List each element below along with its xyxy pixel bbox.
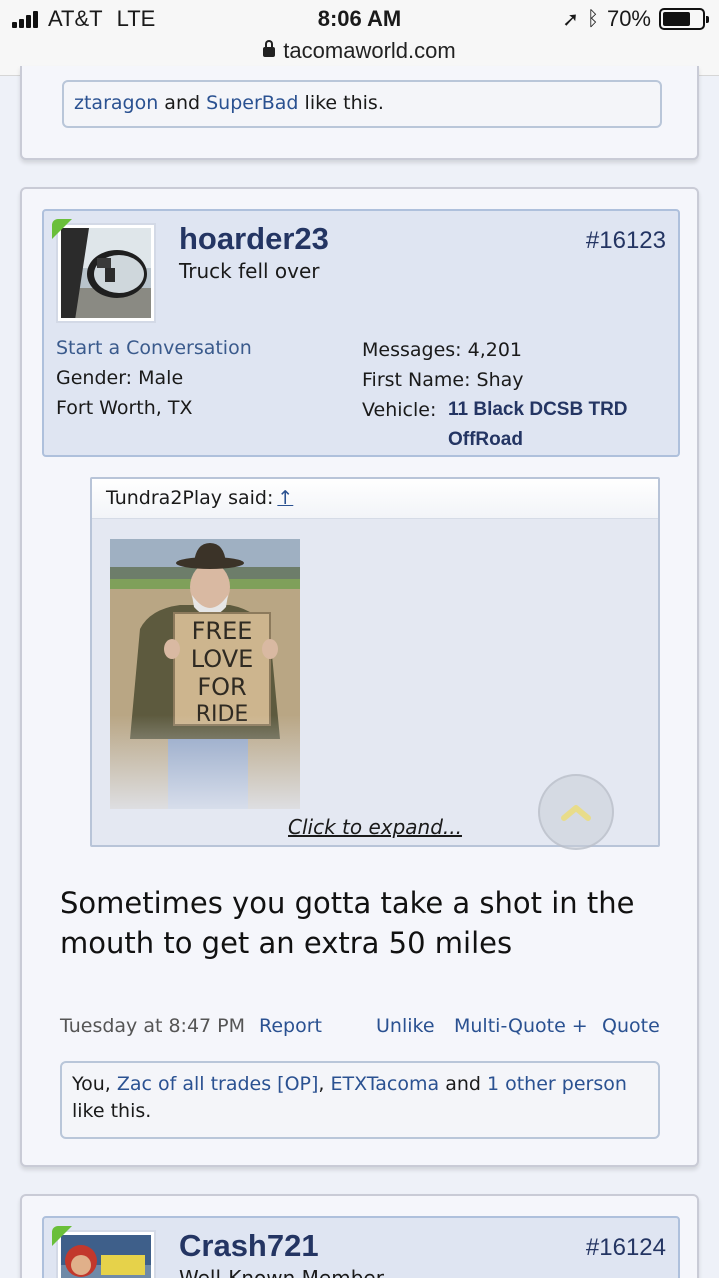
liker-link[interactable]: ETXTacoma xyxy=(331,1073,440,1095)
user-info-block: Crash721 Well-Known Member #16124 xyxy=(42,1216,680,1278)
status-right: ➚ ᛒ 70% xyxy=(562,6,709,32)
gender-label: Gender: xyxy=(56,367,133,389)
status-bar: AT&T LTE 8:06 AM ➚ ᛒ 70% tacomaworld.com xyxy=(0,0,719,76)
user-info-block: hoarder23 Truck fell over #16123 Start a… xyxy=(42,209,680,457)
address-bar[interactable]: tacomaworld.com xyxy=(0,38,719,64)
location-arrow-icon: ➚ xyxy=(562,8,579,31)
url-text: tacomaworld.com xyxy=(283,38,456,63)
jump-to-quote-arrow-icon[interactable]: ↑ xyxy=(277,487,293,509)
message-line: mouth to get an extra 50 miles xyxy=(60,926,513,960)
next-post-card: Crash721 Well-Known Member #16124 xyxy=(20,1194,699,1278)
likes-text: like this. xyxy=(72,1100,152,1122)
sign-line: LOVE xyxy=(191,645,254,673)
liker-link[interactable]: SuperBad xyxy=(206,92,298,114)
unlike-link[interactable]: Unlike xyxy=(376,1015,435,1037)
quote-header: Tundra2Play said: ↑ xyxy=(92,479,658,519)
likes-text: like this. xyxy=(304,92,384,114)
previous-post-card: ztaragon and SuperBad like this. xyxy=(20,66,699,160)
likes-summary: You, Zac of all trades [OP], ETXTacoma a… xyxy=(60,1061,660,1139)
username-link[interactable]: hoarder23 xyxy=(179,221,329,257)
battery-percent: 70% xyxy=(606,6,651,31)
messages-label: Messages: xyxy=(362,339,462,361)
gender-value: Male xyxy=(138,367,184,389)
first-name-label: First Name: xyxy=(362,369,471,391)
liker-link[interactable]: Zac of all trades [OP] xyxy=(117,1073,319,1095)
avatar-image xyxy=(61,228,151,318)
vehicle-line: OffRoad xyxy=(448,429,523,450)
likes-text: , xyxy=(318,1073,325,1095)
lock-icon xyxy=(263,40,276,57)
post-number-link[interactable]: #16123 xyxy=(586,227,666,255)
likes-text: and xyxy=(164,92,201,114)
likes-text: You, xyxy=(72,1073,111,1095)
post-number-link[interactable]: #16124 xyxy=(586,1234,666,1262)
scroll-to-top-button[interactable] xyxy=(538,774,614,850)
avatar-image xyxy=(61,1235,151,1278)
post-timestamp[interactable]: Tuesday at 8:47 PM xyxy=(60,1015,245,1037)
bluetooth-icon: ᛒ xyxy=(586,7,599,30)
other-likers-link[interactable]: 1 other person xyxy=(487,1073,627,1095)
sign-line: FOR xyxy=(197,673,246,701)
vehicle-value: 11 Black DCSB TRD OffRoad xyxy=(448,395,628,455)
messages-value: 4,201 xyxy=(467,339,523,361)
report-link[interactable]: Report xyxy=(259,1015,322,1037)
message-line: Sometimes you gotta take a shot in the xyxy=(60,886,635,920)
username-link[interactable]: Crash721 xyxy=(179,1228,319,1264)
likes-summary: ztaragon and SuperBad like this. xyxy=(62,80,662,128)
first-name-value: Shay xyxy=(476,369,524,391)
multi-quote-link[interactable]: Multi-Quote + xyxy=(454,1015,588,1037)
user-title: Truck fell over xyxy=(179,259,320,283)
online-indicator xyxy=(52,1226,72,1246)
online-indicator xyxy=(52,219,72,239)
likes-text: and xyxy=(445,1073,481,1095)
liker-link[interactable]: ztaragon xyxy=(74,92,158,114)
post-message: Sometimes you gotta take a shot in the m… xyxy=(60,883,660,963)
user-left-info: Start a Conversation Gender: Male Fort W… xyxy=(56,333,252,423)
post-card: hoarder23 Truck fell over #16123 Start a… xyxy=(20,187,699,1167)
user-title: Well-Known Member xyxy=(179,1266,384,1278)
start-conversation-link[interactable]: Start a Conversation xyxy=(56,337,252,359)
quote-author: Tundra2Play said: xyxy=(106,487,274,509)
sign-line: FREE xyxy=(192,617,253,645)
location-value: Fort Worth, TX xyxy=(56,397,193,419)
quote-link[interactable]: Quote xyxy=(602,1015,660,1037)
vehicle-line: 11 Black DCSB TRD xyxy=(448,399,628,420)
chevron-up-icon xyxy=(561,805,591,821)
battery-icon xyxy=(659,8,709,30)
